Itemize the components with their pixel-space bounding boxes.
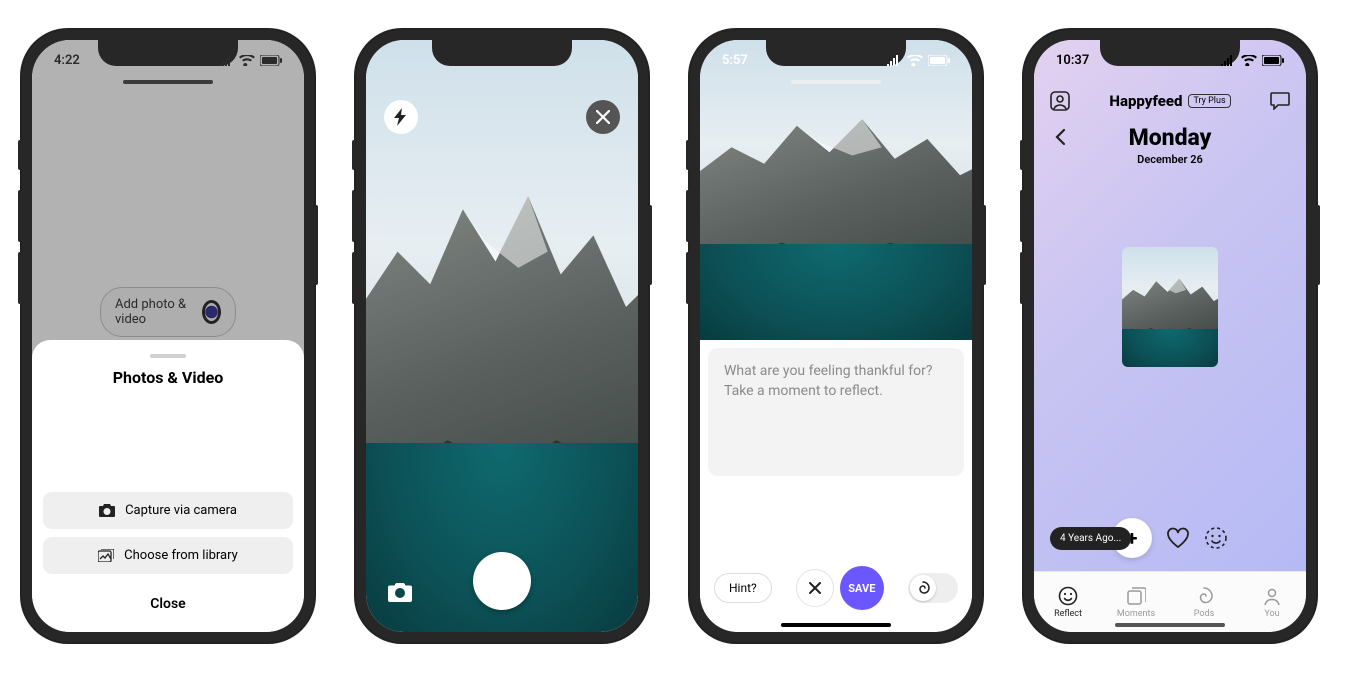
chevron-left-icon <box>1054 128 1066 146</box>
years-ago-pill[interactable]: 4 Years Ago... <box>1050 527 1131 550</box>
hint-button[interactable]: Hint? <box>714 573 772 603</box>
spiral-icon <box>916 581 930 595</box>
person-icon <box>1262 586 1282 606</box>
tab-label: You <box>1264 609 1279 619</box>
drag-handle[interactable] <box>791 80 881 84</box>
chat-button[interactable] <box>1270 92 1290 110</box>
status-icons <box>218 55 282 66</box>
sheet-title: Photos & Video <box>113 368 224 387</box>
app-title: Happyfeed <box>1109 92 1182 110</box>
save-button[interactable]: SAVE <box>840 566 884 610</box>
tab-label: Reflect <box>1054 609 1082 619</box>
card-thumbnail <box>1122 247 1218 367</box>
back-button[interactable] <box>1054 128 1066 146</box>
drag-handle[interactable] <box>123 80 213 84</box>
flash-icon <box>394 108 408 126</box>
choose-library-button[interactable]: Choose from library <box>43 537 293 574</box>
discard-button[interactable] <box>796 569 834 607</box>
favorite-button[interactable] <box>1166 527 1190 549</box>
date-subtitle: December 26 <box>1137 153 1203 166</box>
day-title: Monday <box>1129 124 1212 151</box>
camera-flip-icon <box>388 582 412 602</box>
spiral-toggle[interactable] <box>908 573 958 603</box>
mood-button[interactable] <box>1204 526 1228 550</box>
status-icons <box>886 55 950 66</box>
close-icon <box>809 582 821 594</box>
status-icons <box>1220 55 1284 66</box>
phone-3: 5:57 What are you feeling thankful for? … <box>690 30 982 642</box>
status-time: 10:37 <box>1056 53 1089 68</box>
tab-you[interactable]: You <box>1238 572 1306 632</box>
try-plus-badge[interactable]: Try Plus <box>1188 94 1230 108</box>
profile-icon <box>1050 91 1070 111</box>
library-label: Choose from library <box>124 548 238 563</box>
phone-2 <box>356 30 648 642</box>
capture-camera-button[interactable]: Capture via camera <box>43 492 293 529</box>
app-header: Happyfeed Try Plus <box>1034 84 1306 118</box>
close-icon <box>596 110 610 124</box>
capture-label: Capture via camera <box>125 503 237 518</box>
close-button[interactable]: Close <box>150 596 185 612</box>
profile-button[interactable] <box>1050 91 1070 111</box>
stack-icon <box>1126 586 1146 606</box>
tab-label: Pods <box>1194 609 1214 619</box>
heart-icon <box>1166 527 1190 549</box>
add-photo-label: Add photo & video <box>115 297 192 327</box>
action-sheet: Photos & Video Capture via camera Choose… <box>32 340 304 632</box>
home-indicator[interactable] <box>1115 623 1225 627</box>
phone-4: 10:37 Happyfeed Try Plus <box>1024 30 1316 642</box>
camera-icon <box>99 504 115 517</box>
chat-icon <box>1270 92 1290 110</box>
reflection-input[interactable]: What are you feeling thankful for? Take … <box>708 348 964 476</box>
add-photo-video-button[interactable]: Add photo & video <box>100 287 236 337</box>
shutter-button[interactable] <box>473 552 531 610</box>
home-indicator[interactable] <box>781 623 891 627</box>
status-time: 4:22 <box>54 53 80 68</box>
phone-1: 4:22 Add photo & video Photos & Video Ca… <box>22 30 314 642</box>
spiral-icon <box>1194 586 1214 606</box>
flip-camera-button[interactable] <box>388 582 412 602</box>
sheet-handle[interactable] <box>150 354 186 358</box>
status-time: 5:57 <box>722 53 748 68</box>
record-dot-icon <box>202 300 221 324</box>
tab-label: Moments <box>1117 609 1155 619</box>
close-camera-button[interactable] <box>586 100 620 134</box>
library-icon <box>98 549 114 562</box>
tab-reflect[interactable]: Reflect <box>1034 572 1102 632</box>
smiley-icon <box>1058 586 1078 606</box>
flash-toggle[interactable] <box>384 100 418 134</box>
smiley-dashed-icon <box>1204 526 1228 550</box>
